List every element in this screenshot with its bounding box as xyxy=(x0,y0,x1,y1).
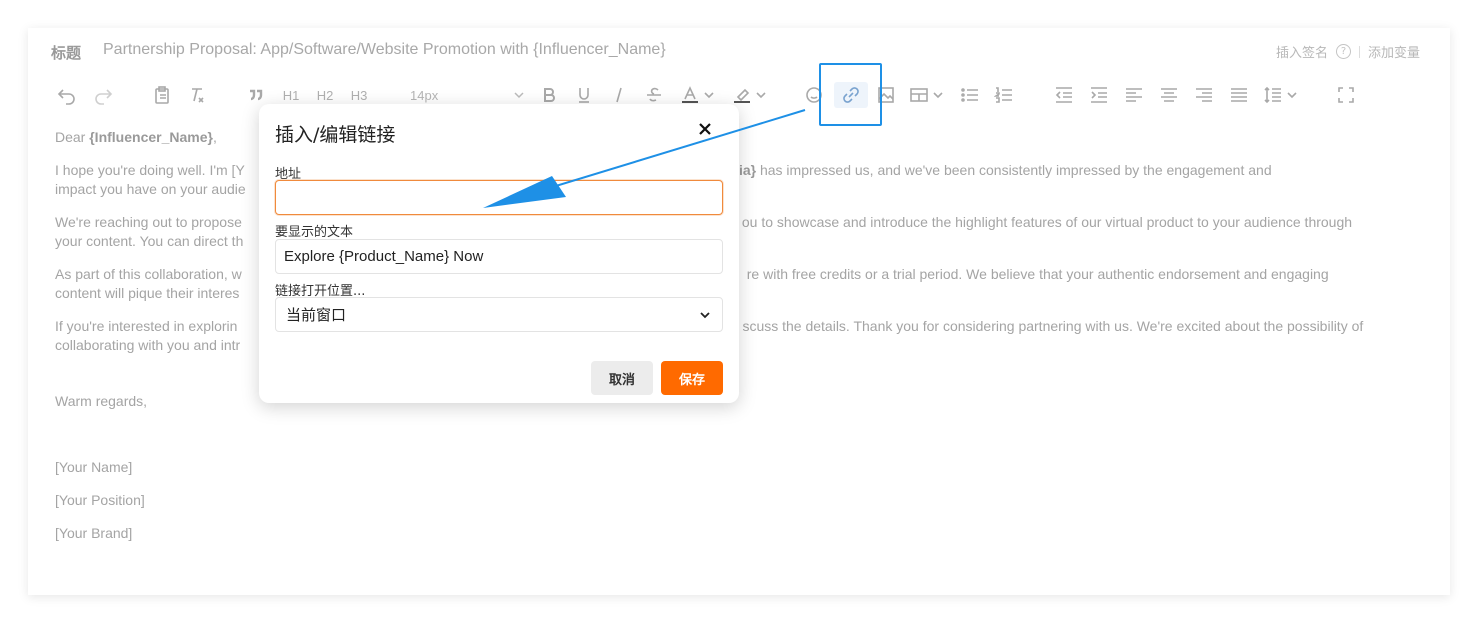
align-right-icon[interactable] xyxy=(1191,82,1217,108)
fullscreen-icon[interactable] xyxy=(1333,82,1359,108)
divider xyxy=(1358,45,1360,58)
highlight-icon[interactable] xyxy=(728,82,772,108)
page: 标题 Partnership Proposal: App/Software/We… xyxy=(0,0,1479,624)
title-row: 标题 Partnership Proposal: App/Software/We… xyxy=(28,28,1450,74)
help-icon[interactable]: ? xyxy=(1335,44,1351,59)
h1-label: H1 xyxy=(282,87,300,103)
table-icon[interactable] xyxy=(906,82,948,108)
dialog-title: 插入/编辑链接 xyxy=(275,124,396,146)
signature-brand: [Your Brand] xyxy=(55,525,133,541)
font-size-select[interactable]: 14px xyxy=(402,84,526,106)
signature-name: [Your Name] xyxy=(55,459,133,475)
display-text-input[interactable]: Explore {Product_Name} Now xyxy=(275,239,723,274)
close-icon[interactable] xyxy=(696,120,714,138)
cancel-button[interactable]: 取消 xyxy=(591,361,653,395)
influencer-variable: {Influencer_Name} xyxy=(89,129,213,145)
editor-toolbar: H1 H2 H3 14px xyxy=(28,78,1450,112)
align-center-icon[interactable] xyxy=(1156,82,1182,108)
add-variable-button[interactable]: 添加变量 xyxy=(1368,42,1420,61)
font-size-value: 14px xyxy=(410,87,439,103)
chevron-down-icon xyxy=(700,311,710,318)
link-target-value: 当前窗口 xyxy=(286,306,347,324)
insert-signature-button[interactable]: 插入签名 xyxy=(1276,42,1328,61)
annotation-highlight-box xyxy=(819,63,882,126)
display-text-label: 要显示的文本 xyxy=(275,225,354,240)
numbered-list-icon[interactable] xyxy=(991,82,1017,108)
link-dialog: 插入/编辑链接 地址 要显示的文本 Explore {Product_Name}… xyxy=(259,104,739,403)
save-button[interactable]: 保存 xyxy=(661,361,723,395)
outdent-icon[interactable] xyxy=(1051,82,1077,108)
redo-icon[interactable] xyxy=(90,82,116,108)
indent-icon[interactable] xyxy=(1086,82,1112,108)
paste-icon[interactable] xyxy=(149,82,175,108)
chevron-down-icon xyxy=(514,92,524,99)
link-target-select[interactable]: 当前窗口 xyxy=(275,297,723,332)
justify-icon[interactable] xyxy=(1226,82,1252,108)
url-input[interactable] xyxy=(275,180,723,215)
undo-icon[interactable] xyxy=(54,82,80,108)
clear-format-icon[interactable] xyxy=(184,82,210,108)
line-height-icon[interactable] xyxy=(1260,82,1302,108)
align-left-icon[interactable] xyxy=(1121,82,1147,108)
h3-label: H3 xyxy=(350,87,368,103)
signature-position: [Your Position] xyxy=(55,492,145,508)
title-actions: 插入签名 ? 添加变量 xyxy=(1276,42,1420,61)
bullet-list-icon[interactable] xyxy=(957,82,983,108)
email-editor: 标题 Partnership Proposal: App/Software/We… xyxy=(28,28,1450,595)
title-label: 标题 xyxy=(51,44,82,62)
h2-label: H2 xyxy=(316,87,334,103)
subject-input[interactable]: Partnership Proposal: App/Software/Websi… xyxy=(103,41,666,59)
